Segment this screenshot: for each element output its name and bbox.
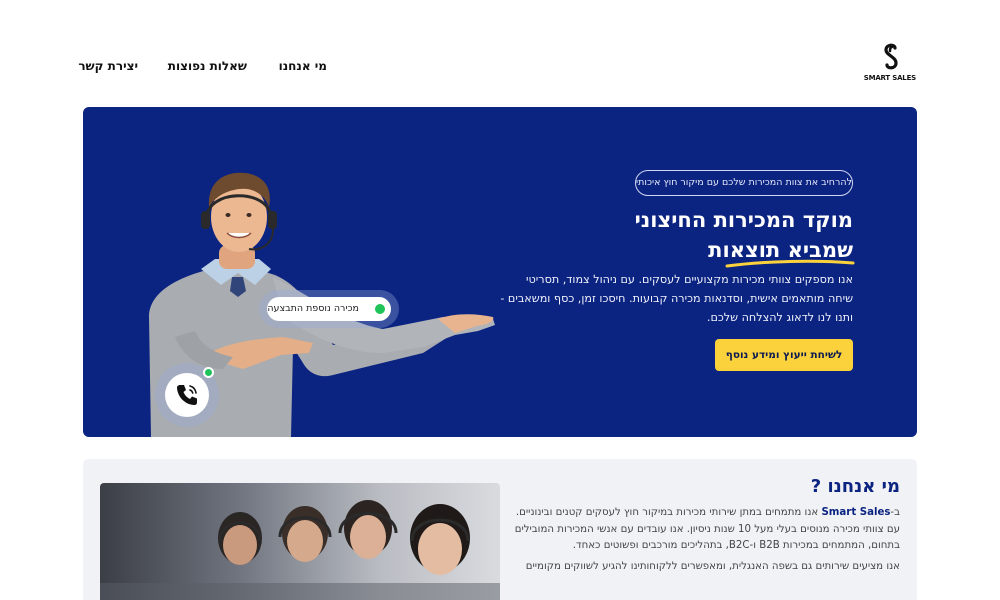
brand-name: SMART SALES [863,74,916,82]
about-section: מי אנחנו ? ב-Smart Sales אנו מתמחים במתן… [83,459,917,600]
s-logo-icon [884,43,898,70]
person-illustration: מכירה נוספת התבצעה [83,107,553,437]
page: SMART SALES מי אנחנו שאלות נפוצות יצירת … [0,0,1000,600]
hero-title-line1: מוקד המכירות החיצוני [634,208,853,232]
badge-label: מכירה נוספת התבצעה [267,303,359,314]
nav-item-faq[interactable]: שאלות נפוצות [168,59,247,73]
about-brand-name: Smart Sales [821,507,891,518]
hero-description: אנו מספקים צוותי מכירות מקצועיים לעסקים.… [500,273,853,324]
hero-tagline: להרחיב את צוות המכירות שלכם עם מיקור חוץ… [635,170,853,196]
phone-circle [165,373,209,417]
sale-notification-badge: מכירה נוספת התבצעה [259,290,399,328]
nav-item-contact[interactable]: יצירת קשר [78,59,138,73]
team-photo-illustration [100,500,500,600]
about-paragraph-1: ב-Smart Sales אנו מתמחים במתן שירותי מכי… [510,505,900,555]
about-prefix: ב- [890,507,900,518]
phone-call-badge [155,363,219,427]
about-paragraph-2: אנו מציעים שירותים גם בשפה האנגלית, ומאפ… [525,560,900,572]
phone-icon [177,385,197,405]
consultation-cta-button[interactable]: לשיחת ייעוץ ומידע נוסף [715,339,853,371]
nav-item-about[interactable]: מי אנחנו [279,59,327,73]
about-text: ב-Smart Sales אנו מתמחים במתן שירותי מכי… [510,505,900,579]
hero-section: מכירה נוספת התבצעה להרחיב את צוות המכירו… [83,107,917,437]
badge-pill: מכירה נוספת התבצעה [267,297,391,321]
call-center-team-image [100,483,500,600]
status-dot-icon [375,304,385,314]
about-title: מי אנחנו ? [810,476,900,497]
hero-title-line2-wrap: שמביא תוצאות [708,235,855,268]
title-underline-decoration [725,259,855,268]
brand-logo[interactable]: SMART SALES [863,42,916,86]
hero-title: מוקד המכירות החיצוני שמביא תוצאות [513,205,855,268]
online-dot-icon [203,367,214,378]
salesman-image [149,172,495,437]
